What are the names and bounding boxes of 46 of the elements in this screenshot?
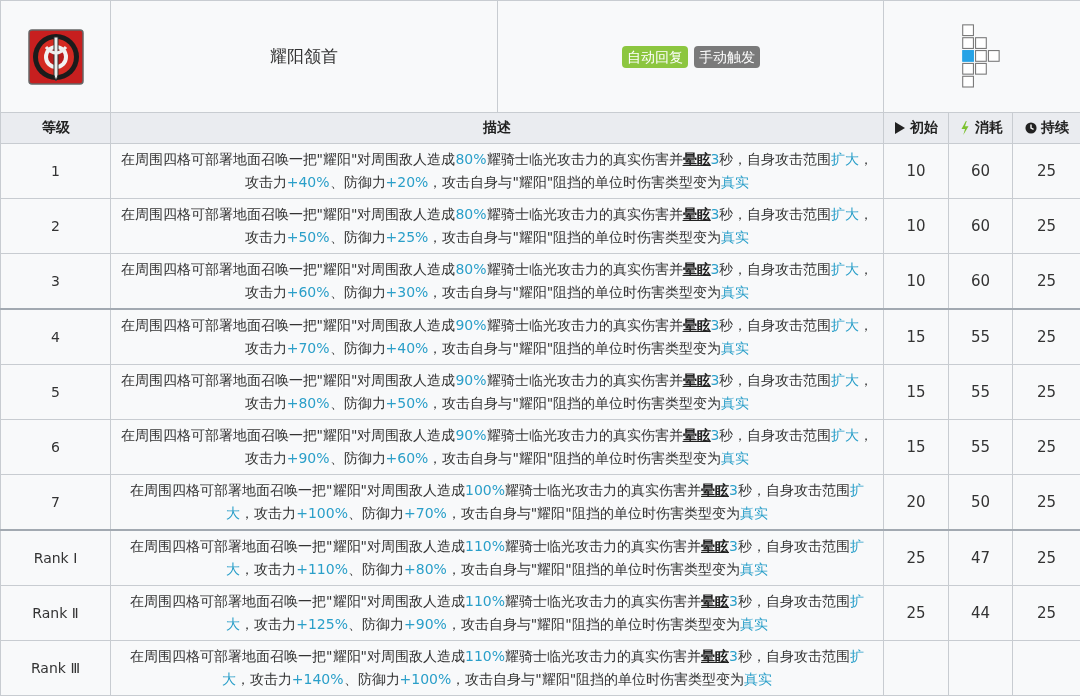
column-header: 描述 <box>110 112 884 144</box>
skill-name: 耀阳颔首 <box>110 0 498 113</box>
column-header: 初始 <box>883 112 949 144</box>
level-cell: 2 <box>0 198 111 254</box>
level-cell: 6 <box>0 419 111 475</box>
column-header: 等级 <box>0 112 111 144</box>
level-cell: 4 <box>0 309 111 365</box>
level-cell: 1 <box>0 143 111 199</box>
skill-icon <box>27 28 84 85</box>
stat-cell: 15 <box>883 419 949 475</box>
skill-description: 在周围四格可部署地面召唤一把"耀阳"对周围敌人造成110%耀骑士临光攻击力的真实伤害并晕眩3秒，自身攻击范围扩大，攻击力+125%、防御力+90%，攻击自身与"耀阳"阻挡的单位时伤害类型变为真实 <box>110 585 884 641</box>
level-cell: Rank Ⅱ <box>0 585 111 641</box>
column-header: 持续 <box>1012 112 1080 144</box>
skill-description: 在周围四格可部署地面召唤一把"耀阳"对周围敌人造成110%耀骑士临光攻击力的真实伤害并晕眩3秒，自身攻击范围扩大，攻击力+110%、防御力+80%，攻击自身与"耀阳"阻挡的单位时伤害类型变为真实 <box>110 530 884 586</box>
level-cell: 3 <box>0 253 111 309</box>
level-cell: 7 <box>0 474 111 530</box>
play-icon <box>894 120 906 135</box>
clock-icon <box>1024 120 1037 135</box>
stat-cell: 47 <box>948 530 1013 586</box>
column-header: 消耗 <box>948 112 1013 144</box>
stat-cell: 60 <box>948 143 1013 199</box>
stat-cell: 15 <box>883 364 949 420</box>
stat-cell: 10 <box>883 198 949 254</box>
stat-cell: 15 <box>883 309 949 365</box>
range-grid-drawing <box>962 23 1002 90</box>
stat-cell: 25 <box>1012 309 1080 365</box>
skill-description: 在周围四格可部署地面召唤一把"耀阳"对周围敌人造成80%耀骑士临光攻击力的真实伤害并晕眩3秒，自身攻击范围扩大，攻击力+40%、防御力+20%，攻击自身与"耀阳"阻挡的单位时伤害类型变为真实 <box>110 143 884 199</box>
skill-description: 在周围四格可部署地面召唤一把"耀阳"对周围敌人造成90%耀骑士临光攻击力的真实伤害并晕眩3秒，自身攻击范围扩大，攻击力+70%、防御力+40%，攻击自身与"耀阳"阻挡的单位时伤害类型变为真实 <box>110 309 884 365</box>
stat-cell: 10 <box>883 143 949 199</box>
stat-cell: 44 <box>948 585 1013 641</box>
level-cell: 5 <box>0 364 111 420</box>
stat-cell: 55 <box>948 419 1013 475</box>
stat-cell: 25 <box>883 530 949 586</box>
stat-cell: 25 <box>1012 530 1080 586</box>
stat-cell: 55 <box>948 309 1013 365</box>
skill-description: 在周围四格可部署地面召唤一把"耀阳"对周围敌人造成90%耀骑士临光攻击力的真实伤害并晕眩3秒，自身攻击范围扩大，攻击力+90%、防御力+60%，攻击自身与"耀阳"阻挡的单位时伤害类型变为真实 <box>110 419 884 475</box>
skill-tag: 手动触发 <box>693 45 760 68</box>
stat-cell: 60 <box>948 198 1013 254</box>
skill-description: 在周围四格可部署地面召唤一把"耀阳"对周围敌人造成110%耀骑士临光攻击力的真实伤害并晕眩3秒，自身攻击范围扩大，攻击力+140%、防御力+100%，攻击自身与"耀阳"阻挡的单位时伤害类型变为真实 <box>110 640 884 696</box>
skill-description: 在周围四格可部署地面召唤一把"耀阳"对周围敌人造成80%耀骑士临光攻击力的真实伤害并晕眩3秒，自身攻击范围扩大，攻击力+50%、防御力+25%，攻击自身与"耀阳"阻挡的单位时伤害类型变为真实 <box>110 198 884 254</box>
stat-cell: 25 <box>883 585 949 641</box>
level-cell: Rank Ⅰ <box>0 530 111 586</box>
skill-description: 在周围四格可部署地面召唤一把"耀阳"对周围敌人造成90%耀骑士临光攻击力的真实伤害并晕眩3秒，自身攻击范围扩大，攻击力+80%、防御力+50%，攻击自身与"耀阳"阻挡的单位时伤害类型变为真实 <box>110 364 884 420</box>
stat-cell: 55 <box>948 364 1013 420</box>
skill-tag: 自动回复 <box>621 45 688 68</box>
level-cell: Rank Ⅲ <box>0 640 111 696</box>
